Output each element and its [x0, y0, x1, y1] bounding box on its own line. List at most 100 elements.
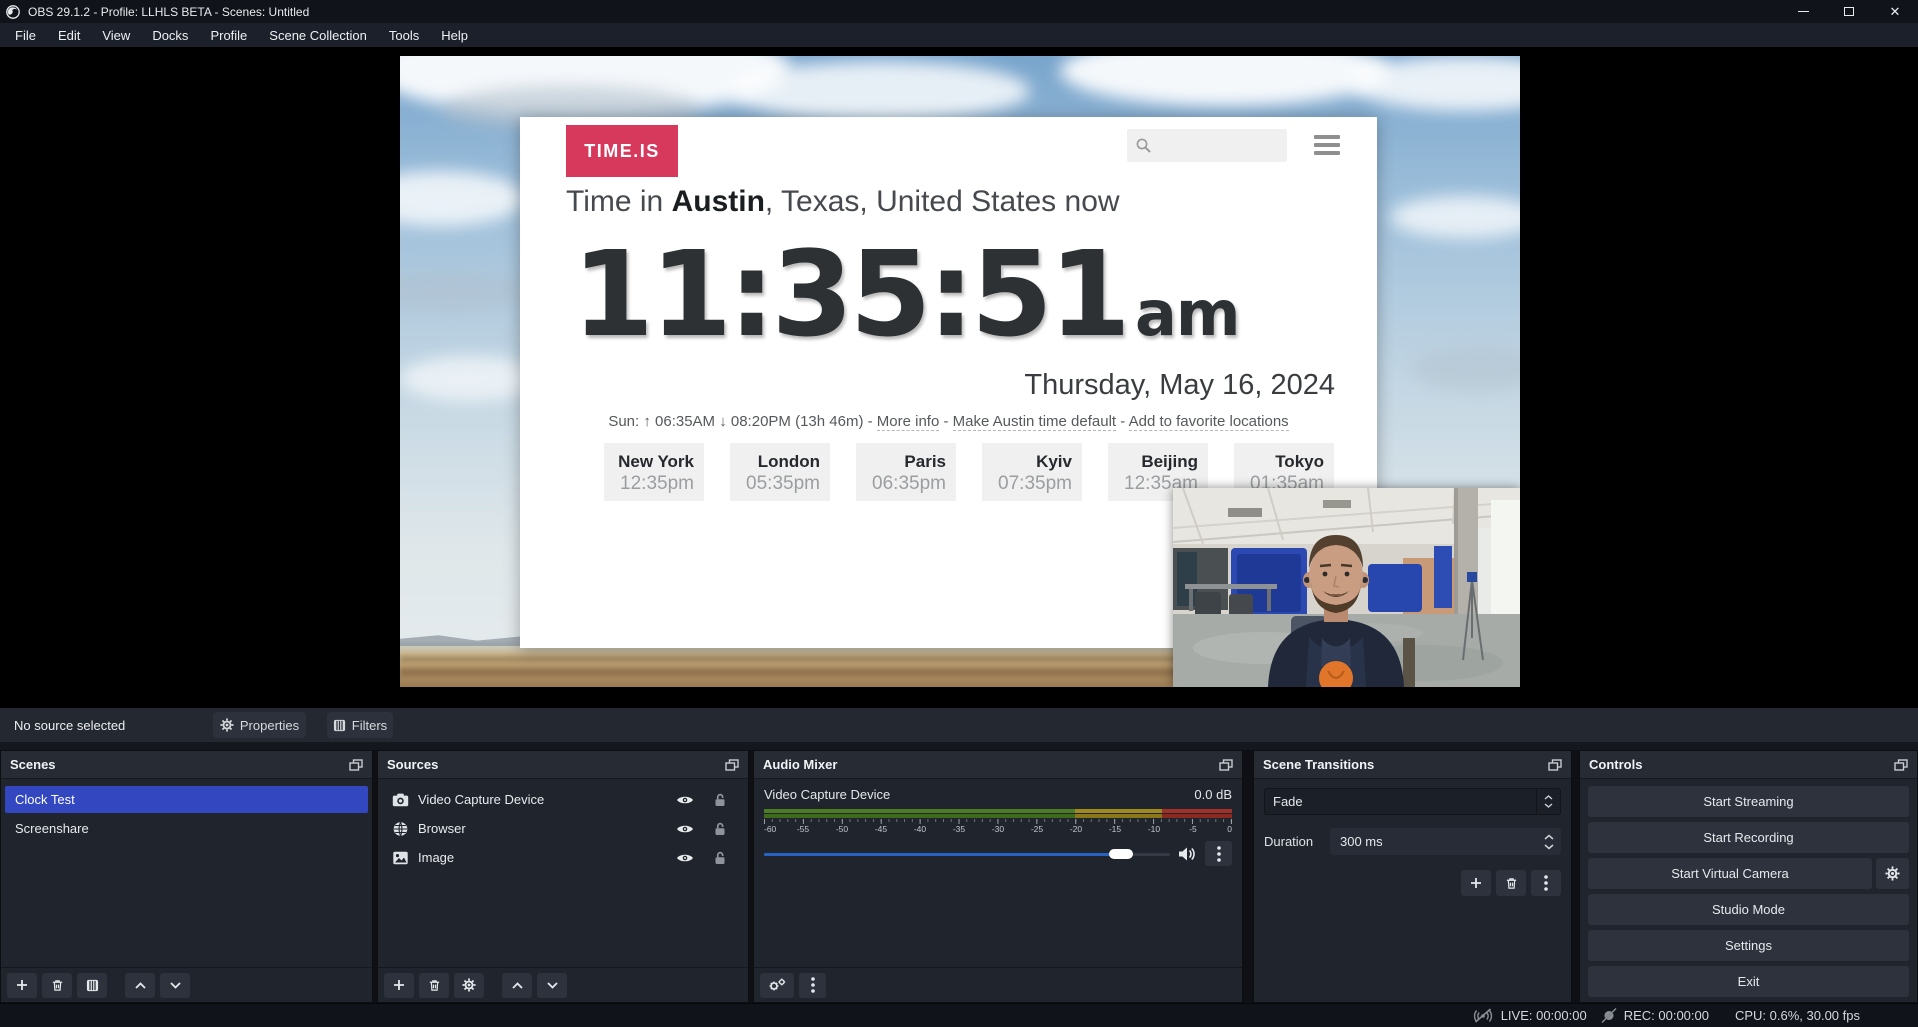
gear-icon [1885, 866, 1900, 881]
make-default-link: Make Austin time default [953, 413, 1116, 431]
live-time: LIVE: 00:00:00 [1501, 1008, 1587, 1023]
add-source-button[interactable] [384, 973, 414, 998]
exit-button[interactable]: Exit [1588, 966, 1909, 997]
properties-button[interactable]: Properties [213, 712, 306, 738]
cloud [1390, 196, 1520, 238]
volume-slider-handle[interactable] [1109, 849, 1133, 859]
webcam-overlay [1173, 488, 1520, 687]
popout-icon[interactable] [349, 759, 363, 771]
virtual-camera-config-button[interactable] [1876, 858, 1909, 889]
studio-mode-button[interactable]: Studio Mode [1588, 894, 1909, 925]
move-source-up-button[interactable] [502, 973, 532, 998]
controls-body: Start Streaming Start Recording Start Vi… [1580, 779, 1917, 1002]
source-item-browser[interactable]: Browser [382, 815, 744, 842]
start-streaming-button[interactable]: Start Streaming [1588, 786, 1909, 817]
menu-tools[interactable]: Tools [378, 23, 430, 47]
source-item-video-capture[interactable]: Video Capture Device [382, 786, 744, 813]
remove-source-button[interactable] [419, 973, 449, 998]
no-source-selected-label: No source selected [14, 718, 125, 733]
cloud [400, 271, 525, 311]
remove-scene-button[interactable] [42, 973, 72, 998]
menu-scene-collection[interactable]: Scene Collection [258, 23, 378, 47]
plus-icon [1470, 877, 1482, 889]
move-source-down-button[interactable] [537, 973, 567, 998]
transition-options-button[interactable] [1531, 870, 1561, 896]
add-transition-button[interactable] [1461, 870, 1491, 896]
scene-item-screenshare[interactable]: Screenshare [5, 815, 368, 842]
add-favorite-link: Add to favorite locations [1129, 413, 1289, 431]
lock-icon[interactable] [714, 822, 726, 836]
volume-slider[interactable] [764, 845, 1170, 863]
popout-icon[interactable] [1219, 759, 1233, 771]
kebab-icon [1544, 875, 1548, 891]
advanced-audio-button[interactable] [760, 973, 794, 998]
eye-icon[interactable] [676, 852, 694, 864]
lock-icon[interactable] [714, 851, 726, 865]
filters-icon [333, 719, 346, 732]
source-item-image[interactable]: Image [382, 844, 744, 871]
audio-mixer-body: Video Capture Device 0.0 dB -60 -55 -50 … [754, 779, 1242, 967]
city-tile: Kyiv07:35pm [982, 443, 1082, 501]
timeis-heading: Time in Austin, Texas, United States now [566, 185, 1120, 219]
popout-icon[interactable] [1548, 759, 1562, 771]
menu-help[interactable]: Help [430, 23, 479, 47]
menu-view[interactable]: View [91, 23, 141, 47]
add-scene-button[interactable] [7, 973, 37, 998]
transition-select[interactable]: Fade [1264, 788, 1561, 815]
timeis-sun-info: Sun: ↑ 06:35AM ↓ 08:20PM (13h 46m) - Mor… [520, 413, 1377, 430]
scene-transitions-body: Fade Duration 300 ms [1254, 779, 1571, 1002]
minimize-button[interactable] [1780, 0, 1826, 23]
close-button[interactable]: ✕ [1872, 0, 1918, 23]
mixer-menu-button[interactable] [799, 973, 826, 998]
timeis-search-box [1127, 129, 1287, 162]
scene-transitions-header: Scene Transitions [1254, 751, 1571, 779]
popout-icon[interactable] [1894, 759, 1908, 771]
settings-button[interactable]: Settings [1588, 930, 1909, 961]
sources-list: Video Capture Device Browser Image [378, 779, 748, 967]
maximize-button[interactable] [1826, 0, 1872, 23]
search-icon [1135, 137, 1152, 154]
chevron-down-icon [1544, 803, 1553, 808]
filters-button[interactable]: Filters [327, 712, 393, 738]
sources-toolbar [378, 967, 748, 1002]
menu-edit[interactable]: Edit [47, 23, 91, 47]
scene-transitions-panel: Scene Transitions Fade Duration 300 ms [1253, 750, 1572, 1003]
menu-file[interactable]: File [4, 23, 47, 47]
preview-canvas[interactable]: TIME.IS Time in Austin, Texas, United St… [400, 56, 1520, 687]
popout-icon[interactable] [725, 759, 739, 771]
webcam-video [1173, 488, 1520, 687]
eye-icon[interactable] [676, 794, 694, 806]
kebab-icon [811, 977, 815, 993]
minimize-icon [1798, 11, 1809, 12]
plus-icon [16, 979, 28, 991]
gear-icon [462, 978, 476, 992]
start-virtual-camera-button[interactable]: Start Virtual Camera [1588, 858, 1872, 889]
plus-icon [393, 979, 405, 991]
remove-transition-button[interactable] [1496, 870, 1526, 896]
meter-scale: -60 -55 -50 -45 -40 -35 -30 -25 -20 -15 … [764, 824, 1232, 834]
spinner-arrows[interactable] [1544, 828, 1554, 855]
menu-docks[interactable]: Docks [141, 23, 199, 47]
mixer-options-button[interactable] [1205, 841, 1232, 866]
scene-filters-button[interactable] [77, 973, 107, 998]
move-scene-down-button[interactable] [160, 973, 190, 998]
rec-time: REC: 00:00:00 [1624, 1008, 1709, 1023]
move-scene-up-button[interactable] [125, 973, 155, 998]
scene-item-clock-test[interactable]: Clock Test [5, 786, 368, 813]
controls-header: Controls [1580, 751, 1917, 779]
camera-icon [392, 793, 409, 807]
lock-icon[interactable] [714, 793, 726, 807]
chevron-up-icon [512, 982, 523, 989]
eye-icon[interactable] [676, 823, 694, 835]
gears-icon [768, 978, 786, 992]
rec-status-icon [1601, 1008, 1617, 1023]
source-properties-button[interactable] [454, 973, 484, 998]
duration-spinbox[interactable]: 300 ms [1330, 828, 1561, 855]
duration-label: Duration [1264, 834, 1318, 849]
menu-profile[interactable]: Profile [199, 23, 258, 47]
start-recording-button[interactable]: Start Recording [1588, 822, 1909, 853]
preview-area: TIME.IS Time in Austin, Texas, United St… [0, 47, 1918, 708]
hamburger-menu-icon [1314, 135, 1340, 159]
obs-logo-icon [6, 5, 20, 19]
speaker-icon[interactable] [1178, 846, 1197, 862]
